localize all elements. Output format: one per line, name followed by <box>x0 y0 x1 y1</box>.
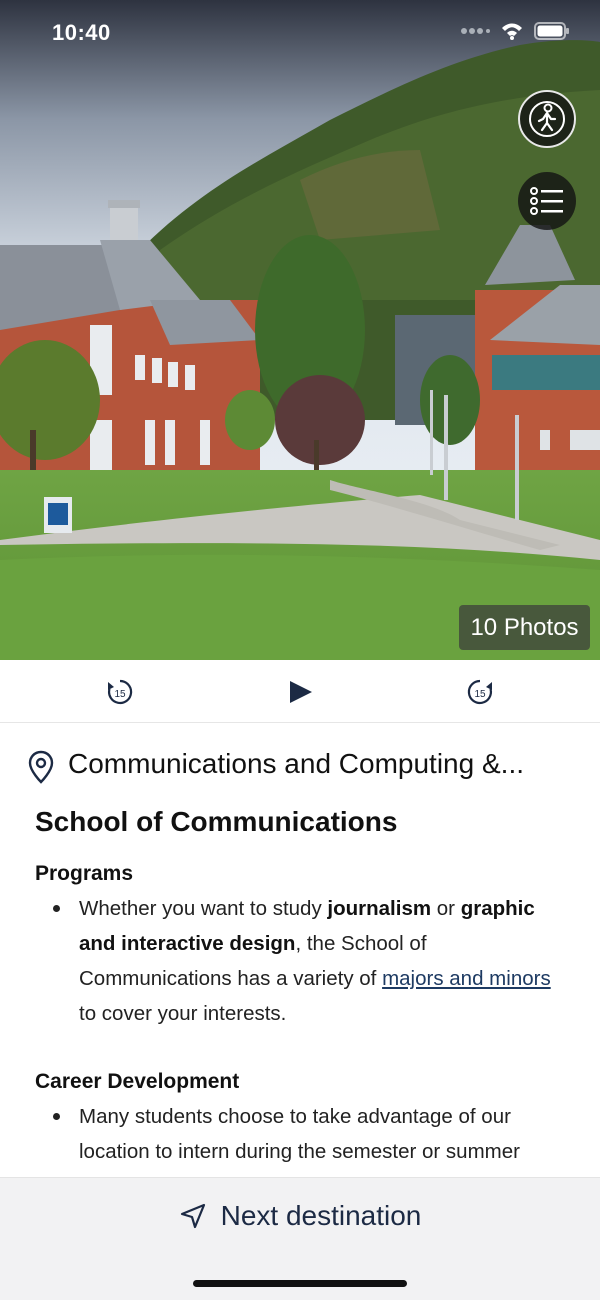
battery-icon <box>534 22 569 40</box>
status-bar: 10:40 <box>0 0 600 70</box>
bullet-text: Whether you want to study journalism or … <box>79 891 555 1031</box>
audio-player: 15 15 <box>0 660 600 723</box>
photos-count-button[interactable]: 10 Photos <box>459 605 590 650</box>
play-button[interactable] <box>280 672 320 712</box>
list-button[interactable] <box>518 172 576 230</box>
majors-and-minors-link[interactable]: majors and minors <box>382 967 551 990</box>
status-icons <box>460 22 570 40</box>
section-title-programs: Programs <box>35 862 134 885</box>
bold-run: journalism <box>327 897 432 920</box>
text-run: or <box>431 897 461 920</box>
rewind-icon: 15 <box>107 679 133 705</box>
signal-icon <box>461 28 490 34</box>
bullet-dot <box>53 905 60 912</box>
person-walking-icon <box>529 101 565 137</box>
play-icon <box>290 681 312 703</box>
bullet-dot <box>53 1113 60 1120</box>
list-item: Whether you want to study journalism or … <box>53 891 555 1031</box>
forward-15-button[interactable]: 15 <box>460 672 500 712</box>
wifi-icon <box>502 23 522 40</box>
list-icon <box>530 187 563 215</box>
status-time: 10:40 <box>52 20 111 45</box>
list-item: Many students choose to take advantage o… <box>53 1099 555 1169</box>
location-pin-icon <box>28 750 54 784</box>
next-destination-label: Next destination <box>220 1200 422 1231</box>
forward-icon: 15 <box>467 679 493 705</box>
bullet-text: Many students choose to take advantage o… <box>79 1105 520 1163</box>
location-title: Communications and Computing &... <box>68 748 524 779</box>
text-run: Whether you want to study <box>79 897 328 920</box>
home-indicator[interactable] <box>193 1280 407 1287</box>
rewind-15-button[interactable]: 15 <box>100 672 140 712</box>
forward-seconds-label: 15 <box>474 689 486 700</box>
rewind-seconds-label: 15 <box>114 689 126 700</box>
article-heading: School of Communications <box>35 806 398 837</box>
walking-tour-button[interactable] <box>518 90 576 148</box>
text-run: to cover your interests. <box>79 1002 287 1025</box>
location-header: Communications and Computing &... <box>28 746 588 786</box>
campus-photo <box>0 0 600 660</box>
section-title-career-development: Career Development <box>35 1070 240 1093</box>
navigation-arrow-icon <box>180 1203 205 1229</box>
next-destination-button[interactable]: Next destination <box>0 1178 600 1254</box>
hero-photo[interactable]: 10:40 10 Photos <box>0 0 600 660</box>
